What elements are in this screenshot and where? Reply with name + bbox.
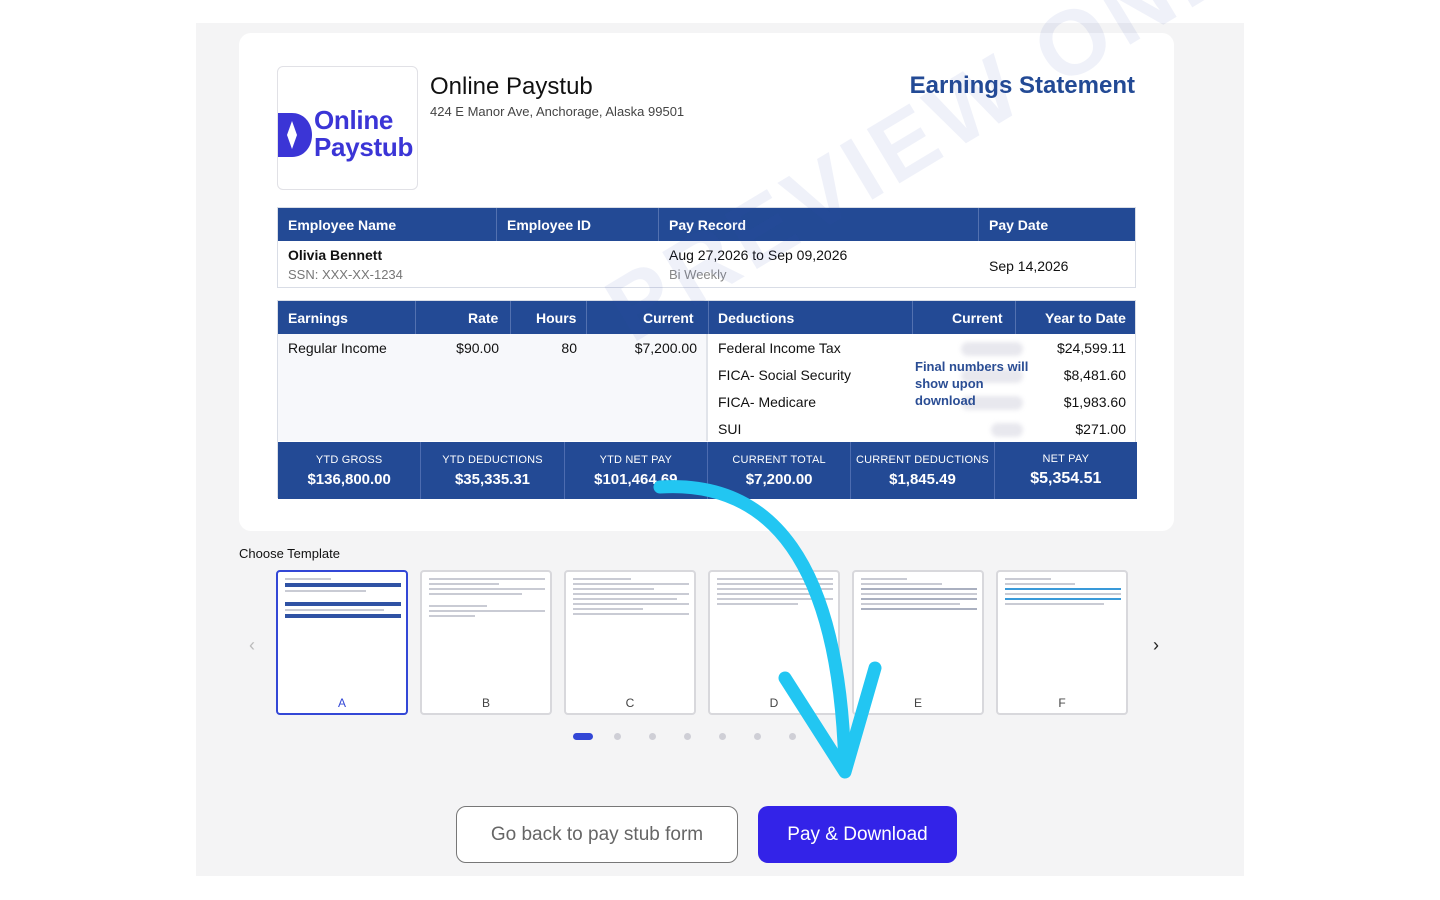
header-employee-name: Employee Name [278,208,497,241]
header-pay-record: Pay Record [659,208,979,241]
header-year-to-date: Year to Date [1045,310,1126,326]
employee-table: Employee Name Employee ID Pay Record Pay… [277,207,1136,288]
employee-ssn: SSN: XXX-XX-1234 [288,267,403,282]
employee-table-header: Employee Name Employee ID Pay Record Pay… [278,208,1135,241]
template-thumb-f[interactable]: F [996,570,1128,715]
summary-net-pay: NET PAY $5,354.51 [1030,453,1102,487]
header-pay-date: Pay Date [989,216,1049,233]
earning-current: $7,200.00 [634,340,697,356]
earning-rate: $90.00 [456,340,499,356]
deduction-ytd: $1,983.60 [1063,394,1126,410]
employee-name: Olivia Bennett [288,247,383,263]
pay-date: Sep 14,2026 [989,258,1069,274]
pagination-dot[interactable] [573,733,593,740]
statement-title: Earnings Statement [909,72,1135,99]
header-rate: Rate [468,310,499,326]
header-deductions: Deductions [718,310,795,326]
earning-hours: 80 [561,340,577,356]
summary-ytd-deductions: YTD DEDUCTIONS $35,335.31 [421,442,565,499]
choose-template-label: Choose Template [239,546,340,561]
header-employee-id: Employee ID [497,208,659,241]
deduction-label: SUI [718,421,742,437]
pagination-dot[interactable] [789,733,796,740]
blurred-current-value [961,342,1023,356]
header-current-deductions: Current [952,310,1003,326]
header-earnings: Earnings [288,310,348,326]
deduction-label: FICA- Medicare [718,394,817,410]
header-hours: Hours [536,310,577,326]
pay-download-button[interactable]: Pay & Download [758,806,957,863]
pay-record-cell: Aug 27,2026 to Sep 09,2026 Bi Weekly [669,247,847,282]
template-carousel: A B C D E F [276,570,1128,715]
pay-record-range: Aug 27,2026 to Sep 09,2026 [669,247,848,263]
chevron-right-icon[interactable]: › [1153,635,1159,656]
final-numbers-note: Final numbers will show upon download [915,359,1029,408]
logo-text: Online Paystub [314,105,414,162]
chevron-left-icon[interactable]: ‹ [249,635,255,656]
template-thumb-e[interactable]: E [852,570,984,715]
pagination-dot[interactable] [649,733,656,740]
blurred-current-value [991,423,1023,437]
deduction-label: FICA- Social Security [718,367,852,383]
pay-frequency: Bi Weekly [669,267,727,282]
header-current-earnings: Current [643,310,694,326]
deduction-label: Federal Income Tax [718,340,841,356]
summary-bar: YTD GROSS $136,800.00 YTD DEDUCTIONS $35,3… [278,442,1137,499]
summary-current-deductions: CURRENT DEDUCTIONS $1,845.49 [851,442,995,499]
earning-label: Regular Income [288,340,387,356]
app-container: Online Paystub Online Paystub 424 E Mano… [196,0,1301,876]
company-logo: Online Paystub [277,66,418,190]
deduction-ytd: $271.00 [1075,421,1126,437]
deduction-ytd: $24,599.11 [1056,340,1126,356]
template-thumb-c[interactable]: C [564,570,696,715]
company-address: 424 E Manor Ave, Anchorage, Alaska 99501 [430,104,685,119]
paystub-preview-card: Online Paystub Online Paystub 424 E Mano… [239,0,1301,531]
summary-ytd-gross: YTD GROSS $136,800.00 [278,442,422,499]
template-thumb-a[interactable]: A [276,570,408,715]
earnings-deductions-header: Earnings Rate Hours Current Deductions C… [278,301,1135,334]
deduction-ytd: $8,481.60 [1063,367,1126,383]
back-to-form-button[interactable]: Go back to pay stub form [456,806,738,863]
pagination-dot[interactable] [614,733,621,740]
template-thumb-b[interactable]: B [420,570,552,715]
template-thumb-d[interactable]: D [708,570,840,715]
pagination-dot[interactable] [719,733,726,740]
summary-current-total: CURRENT TOTAL $7,200.00 [708,442,852,499]
earnings-deductions-table: Earnings Rate Hours Current Deductions C… [277,300,1137,499]
carousel-pagination [573,733,824,740]
company-name: Online Paystub [430,73,593,100]
pagination-dot[interactable] [754,733,761,740]
logo-mark-icon [278,113,312,157]
summary-ytd-net-pay: YTD NET PAY $101,464.69 [565,442,708,499]
pagination-dot[interactable] [684,733,691,740]
employee-cell: Olivia Bennett SSN: XXX-XX-1234 [288,247,403,282]
